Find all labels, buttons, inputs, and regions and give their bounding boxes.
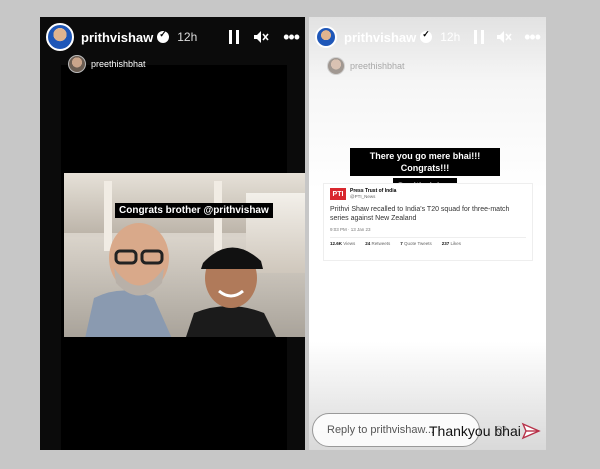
- tweet-handle: @PTI_News: [350, 194, 376, 199]
- shared-avatar: [327, 57, 345, 75]
- pause-icon[interactable]: [474, 30, 485, 44]
- avatar[interactable]: [315, 26, 337, 48]
- mute-icon[interactable]: [496, 30, 512, 44]
- verified-badge-icon: [420, 29, 433, 43]
- left-story-panel[interactable]: prithvishaw 12h ••• preethishbhat: [40, 17, 305, 450]
- username[interactable]: prithvishaw: [81, 30, 153, 45]
- more-icon[interactable]: •••: [283, 28, 300, 46]
- likes-label: Likes: [450, 241, 462, 246]
- views-count: 12.6K: [330, 241, 343, 246]
- heart-icon[interactable]: ♡: [495, 423, 508, 440]
- likes-count: 237: [441, 241, 450, 246]
- story-header: prithvishaw 12h •••: [40, 17, 305, 57]
- retweets-label: Retweets: [371, 241, 391, 246]
- person-right: [186, 247, 276, 337]
- quotes-label: Quote Tweets: [404, 241, 432, 246]
- shared-from[interactable]: preethishbhat: [327, 57, 405, 75]
- shared-username: preethishbhat: [350, 61, 405, 71]
- retweets-count: 24: [365, 241, 371, 246]
- mute-icon[interactable]: [253, 30, 269, 44]
- sticker-line-1: There you go mere bhai!!! Congrats!!!: [350, 148, 500, 176]
- send-icon[interactable]: [521, 421, 541, 441]
- photo-caption: Congrats brother @prithvishaw: [115, 203, 273, 218]
- views-label: Views: [343, 241, 356, 246]
- pti-logo: PTI: [330, 188, 346, 200]
- tweet-stats: 12.6K Views 24 Retweets 7 Quote Tweets 2…: [330, 237, 526, 246]
- shared-from[interactable]: preethishbhat: [68, 55, 146, 73]
- verified-badge-icon: [157, 29, 170, 43]
- right-story-panel[interactable]: prithvishaw 12h ••• preethishbhat There …: [309, 17, 546, 450]
- more-icon[interactable]: •••: [524, 28, 541, 46]
- username[interactable]: prithvishaw: [344, 30, 416, 45]
- avatar[interactable]: [46, 23, 74, 51]
- story-header: prithvishaw 12h •••: [309, 17, 546, 57]
- selfie-photo: Congrats brother @prithvishaw: [64, 173, 305, 337]
- person-left: [85, 223, 172, 337]
- shared-avatar: [68, 55, 86, 73]
- tweet-date: 9:03 PM · 13 Jan 23: [330, 227, 371, 232]
- tweet-text: Prithvi Shaw recalled to India's T20 squ…: [330, 206, 510, 222]
- reply-placeholder: Reply to prithvishaw...: [327, 424, 434, 436]
- tweet-card: PTI Press Trust of India @PTI_News Prith…: [323, 183, 533, 261]
- quotes-count: 7: [400, 241, 403, 246]
- story-time: 12h: [177, 30, 198, 44]
- pause-icon[interactable]: [229, 30, 240, 44]
- shared-username: preethishbhat: [91, 59, 146, 69]
- story-time: 12h: [440, 30, 461, 44]
